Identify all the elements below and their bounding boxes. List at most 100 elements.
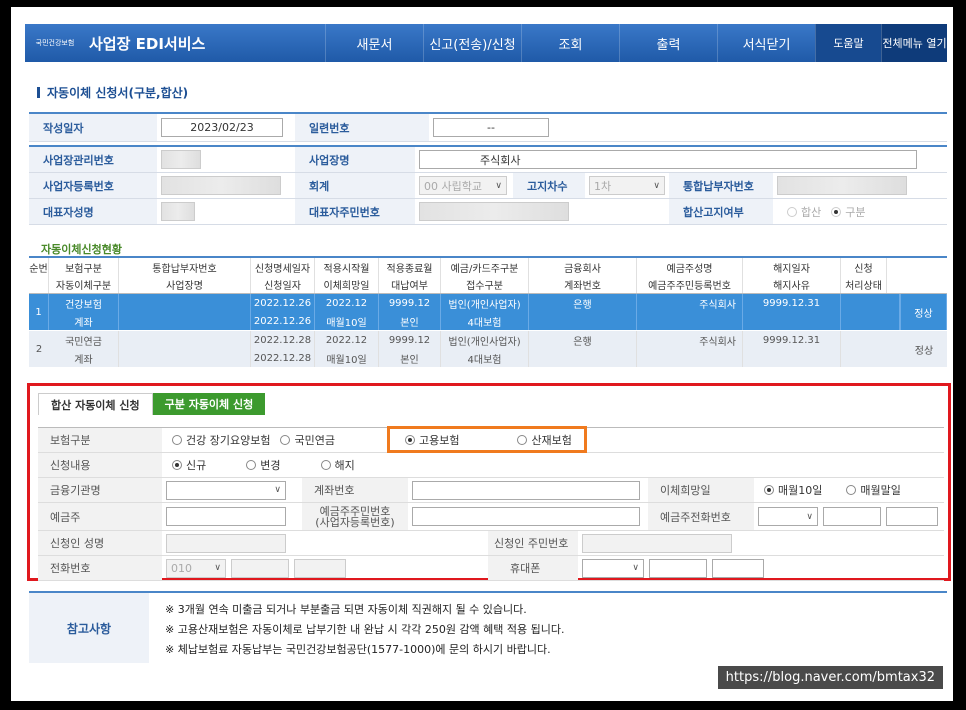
table-row[interactable]: 2 국민연금 2022.12.28 2022.12 9999.12 법인(개인사…	[29, 330, 947, 367]
chevron-down-icon: ∨	[274, 485, 281, 495]
holder-phone-label: 예금주전화번호	[648, 503, 754, 530]
applicant-id-label: 신청인 주민번호	[488, 531, 578, 555]
grid-header: 순번	[29, 258, 49, 276]
notice-select[interactable]: 1차 ∨	[589, 176, 665, 195]
combined-notice-label: 합산고지여부	[669, 199, 773, 224]
menu-new-document[interactable]: 새문서	[325, 24, 423, 62]
menu-print[interactable]: 출력	[619, 24, 717, 62]
phone-mid-input[interactable]	[231, 558, 289, 578]
applicant-name-label: 신청인 성명	[38, 531, 162, 555]
bank-select[interactable]: ∨	[166, 480, 286, 500]
status-section-title: 자동이체신청현황	[41, 243, 122, 256]
biz-name-label: 사업장명	[295, 147, 415, 172]
menu-report-submit[interactable]: 신고(전송)/신청	[423, 24, 521, 62]
grid-header: 신청일자	[251, 276, 315, 293]
notes-section: 참고사항 ※ 3개월 연속 미출금 되거나 부분출금 되면 자동이체 직권해지 …	[29, 591, 947, 663]
grid-header: 예금주주민등록번호	[637, 276, 743, 293]
insurance-type-label: 보험구분	[38, 428, 162, 452]
biz-reg-label: 사업자등록번호	[29, 173, 157, 198]
grid-header: 접수구분	[441, 276, 529, 293]
holder-id-input[interactable]	[412, 507, 640, 526]
rep-id-label: 대표자주민번호	[295, 199, 415, 224]
status-badge: 정상	[914, 345, 934, 357]
window: 국민건강보험 사업장 EDI서비스 새문서 신고(전송)/신청 조회 출력 서식…	[11, 7, 953, 701]
transfer-day-label: 이체희망일	[648, 478, 754, 502]
applicant-name-input[interactable]	[166, 533, 286, 553]
radio-month-end[interactable]: 매월말일	[846, 482, 901, 498]
date-label: 작성일자	[29, 114, 157, 141]
radio-icon	[246, 460, 257, 470]
brand-title: 사업장 EDI서비스	[89, 34, 206, 53]
notes-label: 참고사항	[29, 593, 149, 663]
radio-icon	[787, 206, 797, 217]
mobile-last-input[interactable]	[712, 558, 764, 578]
account-label: 회계	[295, 173, 415, 198]
radio-icon	[280, 435, 291, 445]
biz-name-input[interactable]: 주식회사	[419, 150, 917, 169]
radio-health-insurance[interactable]: 건강 장기요양보험	[172, 432, 270, 448]
applicant-id-input[interactable]	[582, 533, 732, 553]
grid-header: 이체희망일	[315, 276, 379, 293]
highlight-box-orange	[387, 426, 587, 453]
grid-header: 신청	[841, 258, 887, 276]
rep-name-label: 대표자성명	[29, 199, 157, 224]
chevron-down-icon: ∨	[632, 563, 639, 573]
top-info-table: 작성일자 2023/02/23 일련번호 --	[29, 112, 947, 142]
notes-content: ※ 3개월 연속 미출금 되거나 부분출금 되면 자동이체 직권해지 될 수 있…	[149, 593, 565, 663]
rep-id-input[interactable]	[419, 202, 569, 221]
watermark: https://blog.naver.com/bmtax32	[717, 666, 943, 689]
page-title: 자동이체 신청서(구분,합산)	[37, 84, 188, 101]
radio-national-pension[interactable]: 국민연금	[280, 432, 335, 448]
rep-name-input[interactable]	[161, 202, 195, 221]
grid-header: 계좌번호	[529, 276, 637, 293]
holder-input[interactable]	[166, 507, 286, 526]
grid-header: 보험구분	[49, 258, 119, 276]
all-menu-button[interactable]: 전체메뉴 열기	[881, 24, 947, 62]
menu-close-form[interactable]: 서식닫기	[717, 24, 815, 62]
biz-reg-input[interactable]	[161, 176, 281, 195]
highlight-box-red: 합산 자동이체 신청 구분 자동이체 신청 보험구분 건강 장기요양보험 국민연…	[27, 383, 951, 581]
tab-separate-autopay[interactable]: 구분 자동이체 신청	[152, 393, 266, 415]
phone-area-select[interactable]: 010 ∨	[166, 558, 226, 578]
chevron-down-icon: ∨	[214, 563, 221, 573]
account-select[interactable]: 00 사립학교 ∨	[419, 176, 507, 195]
radio-day-10[interactable]: 매월10일	[764, 482, 822, 498]
mobile-mid-input[interactable]	[649, 558, 707, 578]
unified-no-input[interactable]	[777, 176, 907, 195]
date-input[interactable]: 2023/02/23	[161, 118, 283, 137]
radio-icon	[831, 206, 842, 217]
tab-combined-autopay[interactable]: 합산 자동이체 신청	[38, 393, 153, 415]
grid-header: 통합납부자번호	[119, 258, 251, 276]
grid-header: 사업장명	[119, 276, 251, 293]
radio-cancel[interactable]: 해지	[320, 457, 355, 473]
note-item: ※ 3개월 연속 미출금 되거나 부분출금 되면 자동이체 직권해지 될 수 있…	[165, 603, 527, 616]
table-row[interactable]: 1 건강보험 2022.12.26 2022.12 9999.12 법인(개인사…	[29, 294, 947, 330]
serial-input[interactable]: --	[433, 118, 549, 137]
menu-inquiry[interactable]: 조회	[521, 24, 619, 62]
mgmt-no-input[interactable]	[161, 150, 201, 169]
holder-phone-mid-input[interactable]	[823, 507, 881, 526]
account-no-label: 계좌번호	[302, 478, 408, 502]
grid-header: 적용종료월	[379, 258, 441, 276]
holder-phone-last-input[interactable]	[886, 507, 938, 526]
radio-new[interactable]: 신규	[172, 457, 206, 473]
help-button[interactable]: 도움말	[815, 24, 881, 62]
radio-icon	[320, 460, 331, 470]
mobile-label: 휴대폰	[488, 556, 578, 580]
radio-separate[interactable]: 구분	[831, 204, 866, 220]
phone-last-input[interactable]	[294, 558, 346, 578]
phone-label: 전화번호	[38, 556, 162, 580]
radio-change[interactable]: 변경	[246, 457, 281, 473]
mobile-area-select[interactable]: ∨	[582, 558, 644, 578]
radio-combined[interactable]: 합산	[787, 204, 821, 220]
grid-header: 예금/카드주구분	[441, 258, 529, 276]
notice-label: 고지차수	[513, 173, 585, 198]
grid-header: 대납여부	[379, 276, 441, 293]
unified-no-label: 통합납부자번호	[669, 173, 773, 198]
chevron-down-icon: ∨	[806, 511, 813, 522]
grid-header: 해지일자	[743, 258, 841, 276]
holder-phone-area-select[interactable]: ∨	[758, 507, 818, 526]
account-no-input[interactable]	[412, 480, 640, 500]
grid-header: 신청명세일자	[251, 258, 315, 276]
note-item: ※ 체납보험료 자동납부는 국민건강보험공단(1577-1000)에 문의 하시…	[165, 643, 551, 656]
